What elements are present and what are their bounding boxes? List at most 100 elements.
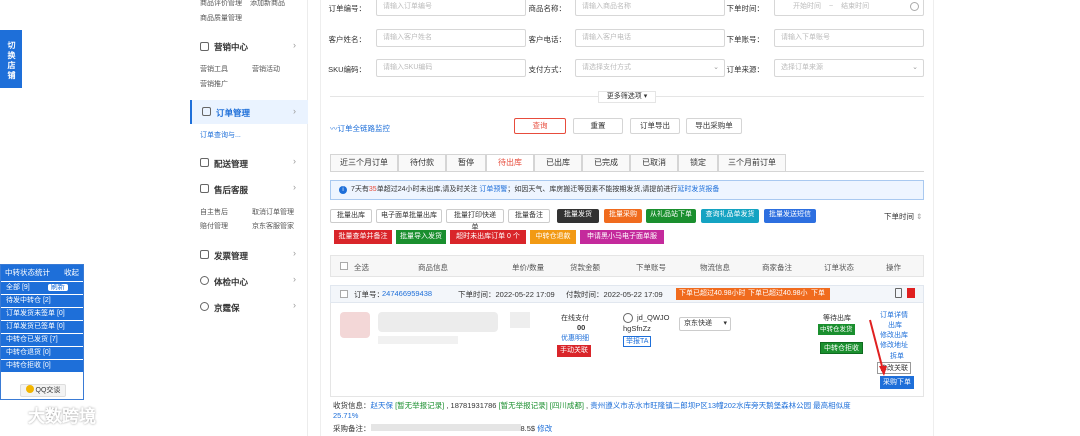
transit-row[interactable]: 订单发货已签单 [0] [1, 321, 83, 333]
menu-sub-item[interactable]: 取消订单管理 [252, 207, 294, 217]
order-monitor-link[interactable]: 〰订单全链路监控 [330, 123, 390, 134]
menu-section-label: 营销中心 [214, 42, 249, 52]
account-input[interactable]: 请输入下单账号 [774, 29, 924, 47]
menu-section-order[interactable]: 订单管理 › [190, 100, 308, 124]
transit-row[interactable]: 订单发货未签单 [0] [1, 308, 83, 320]
sku-input[interactable]: 请输入SKU编码 [376, 59, 526, 77]
batch-outbound-button[interactable]: 批量出库 [330, 209, 372, 223]
transit-reject-badge[interactable]: 中转仓拒收 [820, 342, 863, 354]
tab-shipped[interactable]: 已出库 [534, 154, 582, 172]
customer-phone-input[interactable]: 请输入客户电话 [575, 29, 725, 47]
batch-import-ship-button[interactable]: 批量导入发货 [396, 230, 446, 244]
query-button[interactable]: 查询 [514, 118, 566, 134]
goods-name-input[interactable]: 请输入商品名称 [575, 0, 725, 16]
transit-row-all[interactable]: 全部 [9] 刷新 [1, 282, 83, 294]
tab-cancelled[interactable]: 已取消 [630, 154, 678, 172]
menu-section-exam[interactable]: 体检中心 › [190, 274, 308, 290]
outbound-link[interactable]: 出库 [888, 320, 902, 330]
col-price-qty: 单价/数量 [512, 263, 545, 272]
tab-three-months[interactable]: 近三个月订单 [330, 154, 398, 172]
menu-section-delivery[interactable]: 配送管理 › [190, 156, 308, 172]
collapse-button[interactable]: 收起 [64, 265, 79, 281]
menu-sub-item[interactable]: 商品质量管理 [200, 13, 242, 23]
discount-detail-link[interactable]: 优惠明细 [561, 333, 589, 343]
select-all-label: 全选 [354, 263, 369, 272]
menu-sub-item[interactable]: 营销推广 [200, 79, 228, 89]
transit-ship-badge[interactable]: 中转仓发货 [818, 324, 855, 335]
batch-sms-button[interactable]: 批量发送短信 [764, 209, 816, 223]
menu-sub-item[interactable]: 营销活动 [252, 64, 280, 74]
flag-icon[interactable] [907, 288, 915, 298]
menu-sub-item[interactable]: 自主售后 [200, 207, 228, 217]
switch-store-tab[interactable]: 切换店铺 [0, 30, 22, 88]
batch-print-button[interactable]: 批量打印快递单 [446, 209, 504, 231]
receiver-label: 收货信息： [333, 401, 371, 410]
batch-purchase-button[interactable]: 批量采购 [604, 209, 642, 223]
batch-remark-button[interactable]: 批量备注 [508, 209, 550, 223]
menu-sub-item[interactable]: 订单查询与... [200, 130, 241, 140]
qq-label: QQ交谈 [35, 387, 61, 394]
reset-button[interactable]: 重置 [573, 118, 623, 134]
manual-link-button[interactable]: 手动关联 [557, 345, 591, 357]
gift-site-order-button[interactable]: 从礼品站下单 [646, 209, 696, 223]
menu-section-label: 订单管理 [216, 108, 251, 118]
split-order-link[interactable]: 拆单 [890, 351, 904, 361]
tab-pending-shipment[interactable]: 待出库 [486, 154, 534, 172]
similarity-label: 最高相似度 [813, 401, 851, 410]
phone-icon[interactable] [895, 288, 902, 298]
batch-ship-button[interactable]: 批量发货 [557, 209, 599, 223]
customer-name-input[interactable]: 请输入客户姓名 [376, 29, 526, 47]
pay-method-placeholder: 请选择支付方式 [582, 64, 631, 71]
order-checkbox[interactable] [340, 290, 348, 298]
overdue-orders-button[interactable]: 超时未出库订单 0 个 [450, 230, 526, 244]
menu-sub-item[interactable]: 营销工具 [200, 64, 228, 74]
transit-refund-button[interactable]: 中转仓退款 [530, 230, 576, 244]
col-logistics: 物流信息 [700, 263, 730, 272]
menu-sub-item[interactable]: 赔付管理 [200, 221, 228, 231]
sort-order-time[interactable]: 下单时间 ⇕ [884, 211, 922, 222]
select-all-checkbox[interactable] [340, 262, 348, 270]
transit-row[interactable]: 中转仓拒收 [0] [1, 360, 83, 372]
transit-row[interactable]: 中转仓退货 [0] [1, 347, 83, 359]
order-warning-link[interactable]: 订单预警 [479, 186, 507, 193]
export-purchase-button[interactable]: 导出采购单 [686, 118, 742, 134]
transit-row[interactable]: 中转仓已发货 [7] [1, 334, 83, 346]
pay-method-select[interactable]: 请选择支付方式 ⌄ [575, 59, 725, 77]
transit-header: 中转状态统计 收起 [1, 265, 83, 281]
order-no-input[interactable]: 请输入订单编号 [376, 0, 526, 16]
receiver-name: 赵天保 [370, 401, 394, 410]
report-button[interactable]: 举报TA [623, 336, 652, 347]
menu-sub-item[interactable]: 添加新商品 [250, 0, 285, 8]
apply-eslip-service-button[interactable]: 申请黑小马电子面单服务 [580, 230, 664, 254]
delay-report-link[interactable]: 延时发货报备 [677, 186, 719, 193]
menu-section-invoice[interactable]: 发票管理 › [190, 248, 308, 264]
account-label: 下单账号： [726, 35, 765, 44]
transit-row[interactable]: 待发中转仓 [2] [1, 295, 83, 307]
batch-query-remark-button[interactable]: 批量查单并备注 [334, 230, 392, 244]
order-source-select[interactable]: 选择订单来源 ⌄ [774, 59, 924, 77]
carrier-select[interactable]: 京东快递 ▾ [679, 317, 731, 331]
tab-older-orders[interactable]: 三个月前订单 [718, 154, 786, 172]
gift-order-query-button[interactable]: 查询礼品单发货 [701, 209, 759, 223]
refresh-button[interactable]: 刷新 [47, 284, 68, 291]
tab-locked[interactable]: 锁定 [678, 154, 718, 172]
order-no-link[interactable]: 247466959438 [382, 289, 432, 298]
menu-sub-item[interactable]: 商品评价管理 [200, 0, 242, 8]
menu-section-jingbao[interactable]: 京霆保 › [190, 300, 308, 316]
menu-sub-item[interactable]: 京东客服管家 [252, 221, 294, 231]
more-filters-button[interactable]: 更多筛选项 ▾ [598, 91, 656, 103]
qq-chat-button[interactable]: QQ交谈 [20, 384, 66, 397]
chevron-right-icon: › [293, 248, 296, 258]
order-time-range[interactable]: 开始时间 ~ 结束时间 [774, 0, 924, 16]
export-orders-button[interactable]: 订单导出 [630, 118, 680, 134]
tab-paused[interactable]: 暂停 [446, 154, 486, 172]
tab-completed[interactable]: 已完成 [582, 154, 630, 172]
edit-remark-link[interactable]: 修改 [537, 424, 552, 433]
batch-eslip-outbound-button[interactable]: 电子面单批量出库 [376, 209, 442, 223]
order-icon [202, 107, 211, 116]
tab-unpaid[interactable]: 待付款 [398, 154, 446, 172]
transit-stats-panel: 中转状态统计 收起 全部 [9] 刷新 待发中转仓 [2] 订单发货未签单 [0] … [0, 264, 84, 400]
product-thumbnail [340, 312, 370, 338]
menu-section-marketing[interactable]: 营销中心 › [190, 40, 308, 56]
menu-section-aftersale[interactable]: 售后客服 › [190, 182, 308, 198]
